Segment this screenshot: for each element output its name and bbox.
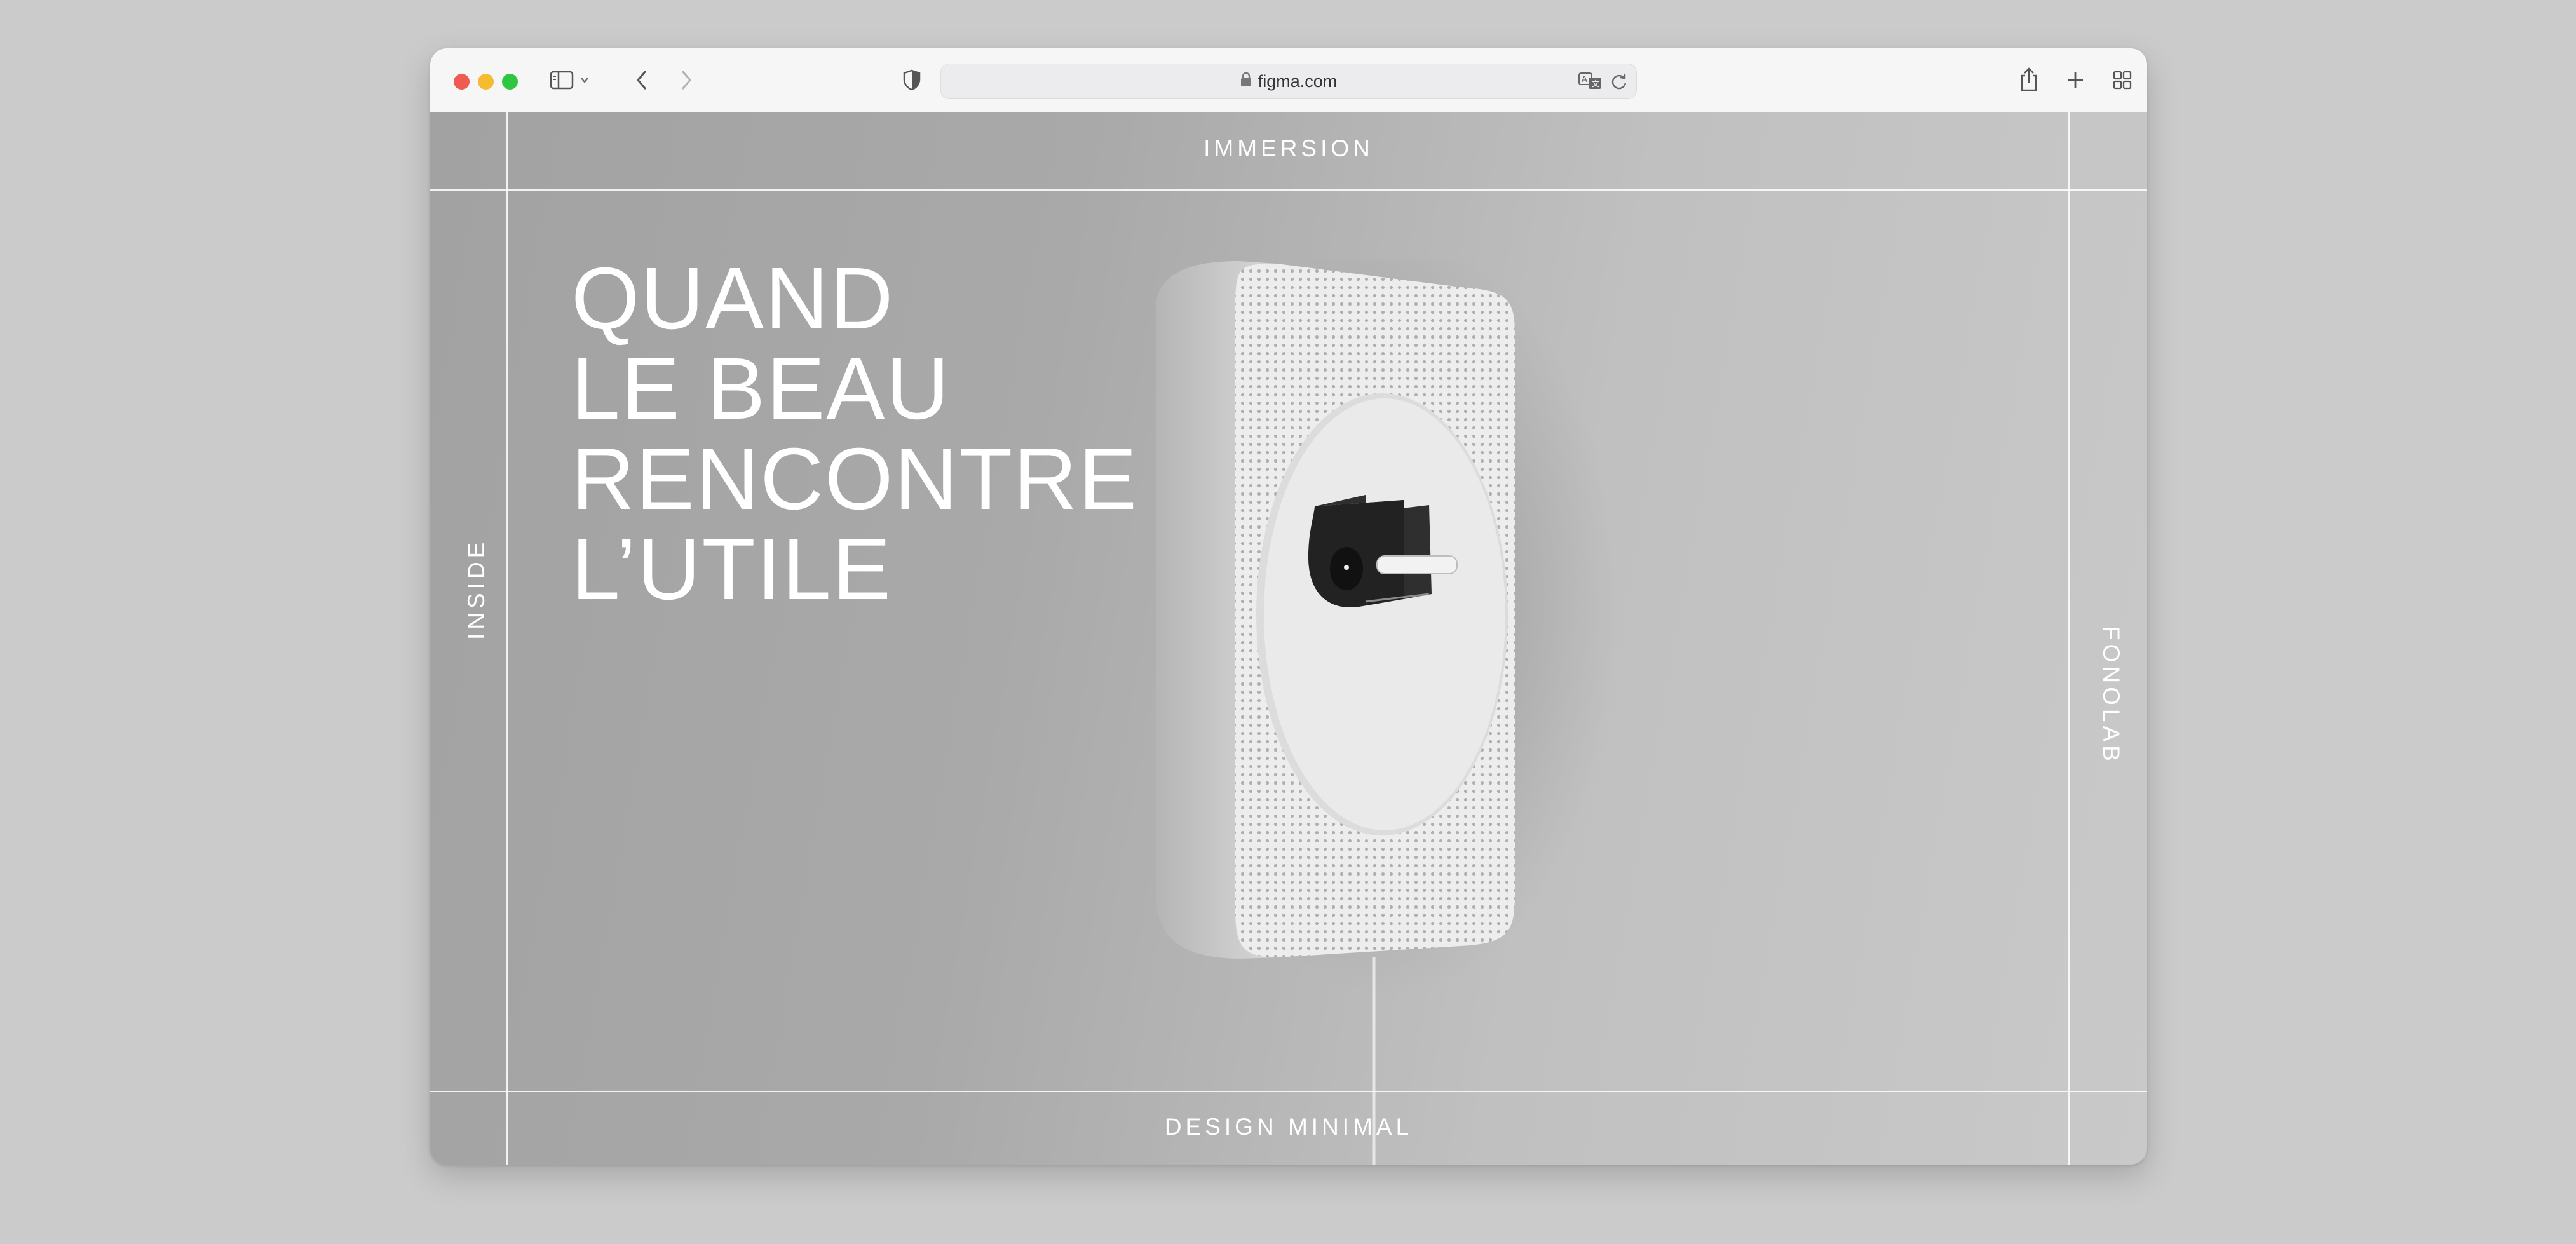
shield-icon[interactable]	[901, 67, 923, 93]
label-fonolab[interactable]: FONOLAB	[2098, 626, 2124, 765]
reload-icon[interactable]	[1608, 71, 1630, 91]
sidebar-icon[interactable]	[549, 69, 574, 91]
frame-line-bottom	[430, 1091, 2147, 1092]
label-design-minimal[interactable]: DESIGN MINIMAL	[430, 1114, 2147, 1140]
browser-window: figma.com A文 IMMERSION DESIGN MINIMAL IN…	[430, 48, 2147, 1165]
minimize-window-button[interactable]	[478, 74, 494, 90]
close-window-button[interactable]	[454, 74, 470, 90]
chevron-down-icon[interactable]	[579, 74, 590, 86]
page-content: IMMERSION DESIGN MINIMAL INSIDE FONOLAB …	[430, 112, 2147, 1165]
headline-line: RENCONTRE	[571, 430, 1139, 528]
translate-icon[interactable]: A文	[1578, 71, 1603, 91]
browser-toolbar: figma.com A文	[430, 48, 2147, 112]
headline-line: L’UTILE	[571, 520, 892, 618]
headline-line: QUAND	[571, 250, 895, 348]
back-icon[interactable]	[632, 67, 651, 93]
label-inside[interactable]: INSIDE	[463, 539, 490, 640]
svg-text:文: 文	[1592, 79, 1599, 88]
svg-text:A: A	[1582, 75, 1587, 85]
headline-line: LE BEAU	[571, 340, 951, 438]
lock-icon	[1240, 72, 1252, 91]
label-immersion[interactable]: IMMERSION	[430, 135, 2147, 162]
frame-line-top	[430, 189, 2147, 191]
new-tab-icon[interactable]	[2064, 69, 2087, 91]
frame-line-right	[2068, 112, 2070, 1165]
tab-overview-icon[interactable]	[2111, 69, 2134, 91]
forward-icon[interactable]	[677, 67, 696, 93]
share-icon[interactable]	[2017, 65, 2040, 93]
url-text: figma.com	[1257, 71, 1338, 91]
frame-line-left	[506, 112, 508, 1165]
maximize-window-button[interactable]	[502, 74, 518, 90]
cd-player-image	[1156, 259, 1620, 1165]
hero-headline: QUAND LE BEAU RENCONTRE L’UTILE	[571, 254, 1138, 614]
address-bar[interactable]: figma.com A文	[940, 64, 1637, 99]
